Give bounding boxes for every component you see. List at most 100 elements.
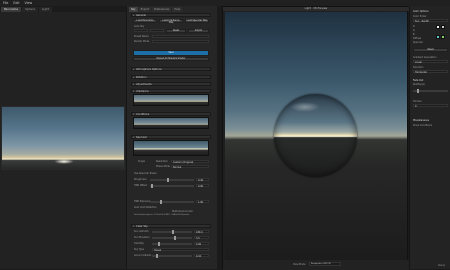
ground-albedo-field[interactable]: 0.10 [194,254,209,258]
section-irradiance[interactable]: Irradiance [131,89,211,93]
color-options-panel: Color Options Color Picker Sun · Zenith … [409,6,450,269]
reset-colors-button[interactable]: Reset [413,48,448,52]
section-specular[interactable]: Specular [131,135,211,139]
import-button[interactable]: Import [188,29,209,33]
auto-sky-label: Auto Sky [134,25,145,28]
preset-name-label: Preset Name [134,35,149,38]
load-panorama-button[interactable]: Load Panorama [133,19,157,23]
panorama-preview-image[interactable] [1,106,125,170]
viewport-title: Light · 3D Preview [223,7,409,11]
view-mode-select[interactable]: Perspective (3D) (F) [309,262,341,266]
hdr-offset-slider[interactable] [150,184,194,188]
sun-elevation-label: Sun Elevation [134,236,150,239]
ground-albedo-slider[interactable] [152,254,192,258]
section-adjustments[interactable]: Adjustments [131,82,211,86]
sky-type-value: Hosek [154,249,162,252]
sun-azimuth-value: 180.0 [196,231,203,234]
turbidity-value: 2.00 [196,243,202,246]
section-conditions[interactable]: Conditions [131,112,211,116]
hdr-offset-label: HDR Offset [134,184,147,187]
sun-azimuth-field[interactable]: 180.0 [194,230,209,234]
gradient-select[interactable]: Linear [413,60,448,64]
hdr-exposure-field[interactable]: 1.00 [196,200,209,204]
hdr-exposure-value: 1.00 [198,201,204,204]
resolution-select[interactable]: Custom (Original) [171,160,209,164]
row-g-label: G [413,29,415,32]
resolution-value: Custom (Original) [173,161,194,164]
preview-viewport[interactable]: Light · 3D Preview View Mode Perspective… [222,6,409,270]
menu-edit[interactable]: Edit [13,1,19,5]
swatch-cyan[interactable] [436,35,440,39]
direction-value: Horizontal [415,71,427,74]
menu-file[interactable]: File [3,1,8,5]
sun-elevation-value: 3.5 [196,237,200,240]
specular-info-text: Total baked sphere: 512x256 (HDR) · 2048… [134,214,190,216]
use-specular-checkbox[interactable]: Use Specular Power [134,172,157,175]
swatch-white[interactable] [436,25,440,29]
sky-render[interactable] [225,12,407,260]
swatch-grey[interactable] [441,25,445,29]
turbidity-field[interactable]: 2.00 [194,242,209,246]
status-text: Ready [438,264,446,267]
roughness-slider[interactable] [150,178,194,182]
specular-preview [133,140,209,156]
row-r-label: R [413,25,415,28]
sky-type-label: Sky Type [134,248,145,251]
tab-help[interactable]: Help [172,7,183,12]
render-mode-select[interactable] [152,40,209,43]
roughness-field[interactable]: 0.40 [196,178,209,182]
render-mode-label: Render Mode [134,40,150,43]
hdr-offset-value: 0.00 [198,185,204,188]
sky-type-select[interactable]: Hosek [152,248,209,252]
specular-label: Specular [413,41,424,44]
roughness-label: Roughness [134,178,147,181]
horizon-label: Horizon [413,100,422,103]
single-radio-label[interactable]: Single [138,160,145,163]
fade-out-subtitle: Rooftop(s) [413,83,425,86]
chrome-sphere [274,94,357,177]
section-general[interactable]: General [131,13,211,17]
multi-bounce-label[interactable]: Multi-bounce Lock [172,210,193,213]
fade-slider[interactable] [413,89,448,93]
save-button[interactable]: Save [133,50,209,56]
direction-select[interactable]: Horizontal [413,70,448,74]
load-specular-button[interactable]: Load Specular Map [185,19,209,23]
miscellaneous-title: Miscellaneous [413,119,430,122]
irradiance-preview [133,94,209,106]
sun-elevation-slider[interactable] [152,236,192,240]
grid-detection-label[interactable]: Auto Grid Detection [134,206,157,209]
sun-elevation-field[interactable]: 3.5 [194,236,209,240]
tab-preferences[interactable]: Preferences [152,7,172,12]
load-irradiance-button[interactable]: Load Irradiance Map [159,19,183,24]
tab-export[interactable]: Export [138,7,152,12]
turbidity-slider[interactable] [152,242,192,246]
show-conditions-checkbox[interactable]: Show Conditions [413,124,432,127]
hdr-exposure-slider[interactable] [150,200,194,204]
section-clear-sky[interactable]: Clear Sky [131,224,211,228]
row-b-label: B [413,33,415,36]
section-atmosphere[interactable]: Atmosphere Options [131,67,211,71]
hdr-offset-field[interactable]: 0.00 [196,184,209,188]
section-rotation[interactable]: Rotation [131,75,211,79]
resolution-label: Resolution [156,160,169,163]
sky-field-2[interactable] [150,29,164,32]
menu-view[interactable]: View [25,1,33,5]
swatch-green[interactable] [441,35,445,39]
reload-shaders-button[interactable]: Reload All Shaders Shader [133,57,209,61]
phase-mode-value: Normal [173,166,182,169]
gradient-generation-label: Gradient Generation [413,56,437,59]
horizon-field[interactable]: 0 [413,104,448,108]
ground-albedo-value: 0.10 [196,255,202,258]
roughness-value: 0.40 [198,179,204,182]
sun-azimuth-slider[interactable] [152,230,192,234]
color-picker-select[interactable]: Sun · Zenith [413,19,448,23]
sky-field-1[interactable] [134,29,148,32]
preset-name-input[interactable] [152,35,209,38]
tab-sky[interactable]: Sky [129,7,138,12]
reset-button[interactable]: Reset [166,29,186,33]
color-picker-label: Color Picker [413,15,427,18]
phase-mode-select[interactable]: Normal [171,165,209,169]
direction-label: Direction [413,66,424,69]
color-options-title: Color Options [413,10,429,13]
view-mode-label: View Mode [293,263,306,266]
